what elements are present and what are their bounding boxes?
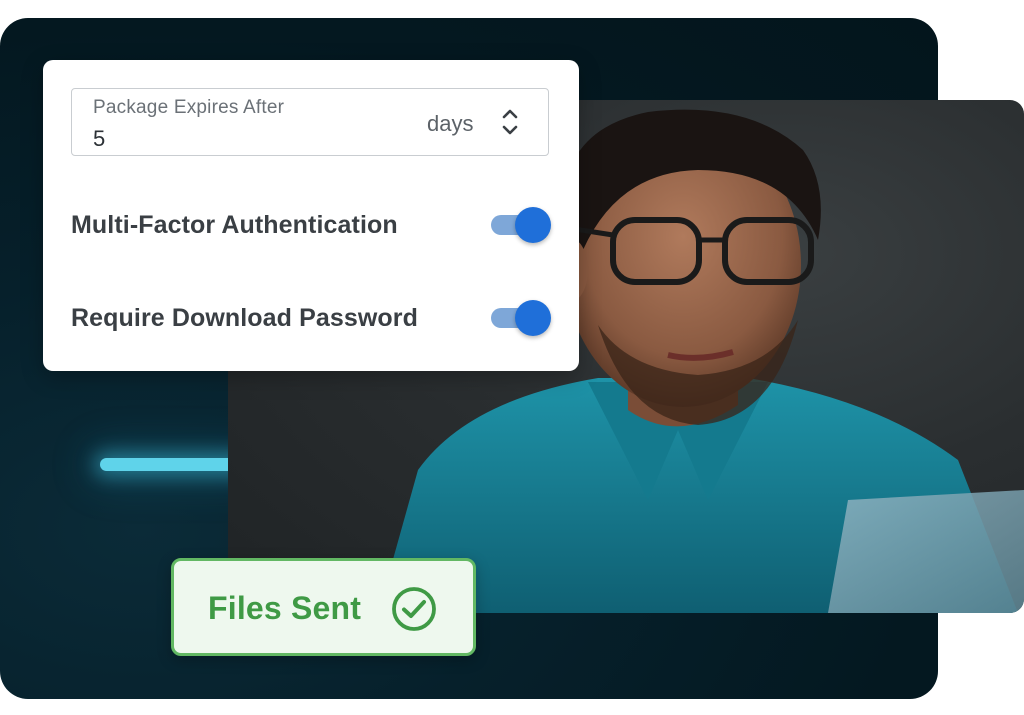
package-expires-field[interactable]: Package Expires After 5 days	[71, 88, 549, 156]
package-expires-value[interactable]: 5	[93, 126, 105, 152]
files-sent-text: Files Sent	[208, 590, 362, 626]
files-sent-badge: Files Sent	[171, 558, 476, 656]
settings-card: Package Expires After 5 days Multi-Facto…	[43, 60, 579, 371]
download-password-setting-row: Require Download Password	[71, 298, 553, 338]
promo-stage: Package Expires After 5 days Multi-Facto…	[0, 0, 1024, 715]
mfa-toggle-knob	[515, 207, 551, 243]
mfa-toggle[interactable]	[489, 207, 551, 243]
check-circle-icon	[392, 587, 436, 631]
package-expires-unit: days	[427, 111, 474, 136]
package-expires-label: Package Expires After	[93, 97, 285, 118]
download-password-label: Require Download Password	[71, 304, 419, 332]
download-password-toggle-knob	[515, 300, 551, 336]
stepper-updown-icon[interactable]	[500, 105, 520, 139]
mfa-setting-row: Multi-Factor Authentication	[71, 205, 553, 245]
mfa-label: Multi-Factor Authentication	[71, 211, 398, 239]
download-password-toggle[interactable]	[489, 300, 551, 336]
